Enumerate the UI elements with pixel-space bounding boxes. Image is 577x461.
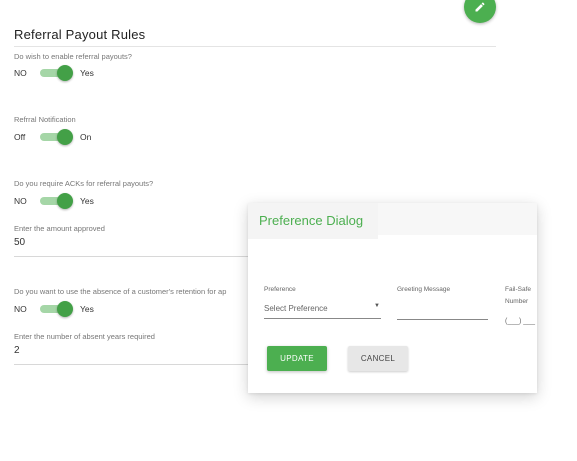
acks-toggle[interactable]: [40, 193, 74, 209]
retention-off-label: NO: [14, 304, 27, 314]
notification-row: Off On: [14, 129, 91, 145]
enable-payouts-on-label: Yes: [80, 68, 94, 78]
absent-years-label: Enter the number of absent years require…: [14, 332, 155, 341]
amount-label: Enter the amount approved: [14, 224, 105, 233]
absent-years-input[interactable]: 2: [14, 345, 20, 356]
greeting-message-label: Greeting Message: [397, 286, 451, 293]
pencil-icon: [475, 2, 485, 12]
absent-years-underline: [14, 364, 250, 365]
acks-row: NO Yes: [14, 193, 94, 209]
acks-off-label: NO: [14, 196, 27, 206]
dialog-title: Preference Dialog: [259, 213, 364, 228]
enable-payouts-off-label: NO: [14, 68, 27, 78]
amount-underline: [14, 256, 250, 257]
preference-label: Preference: [264, 286, 296, 293]
failsafe-number-input[interactable]: (___) ___: [505, 318, 535, 325]
failsafe-label-line2: Number: [505, 298, 529, 305]
retention-toggle[interactable]: [40, 301, 74, 317]
notification-off-label: Off: [14, 132, 26, 142]
retention-question: Do you want to use the absence of a cust…: [14, 287, 227, 296]
preference-select[interactable]: Select Preference: [264, 304, 328, 313]
failsafe-label-line1: Fail-Safe: [505, 286, 532, 293]
retention-row: NO Yes: [14, 301, 94, 317]
edit-fab-button[interactable]: [464, 0, 496, 23]
retention-on-label: Yes: [80, 304, 94, 314]
notification-toggle[interactable]: [40, 129, 74, 145]
enable-payouts-toggle[interactable]: [40, 65, 74, 81]
title-divider: [14, 46, 496, 47]
cancel-button[interactable]: CANCEL: [348, 346, 408, 371]
notification-question: Refrral Notification: [14, 115, 76, 124]
update-button[interactable]: UPDATE: [267, 346, 327, 371]
enable-payouts-question: Do wish to enable referral payouts?: [14, 52, 132, 61]
page-title: Referral Payout Rules: [14, 27, 146, 42]
acks-question: Do you require ACKs for referral payouts…: [14, 179, 154, 188]
greeting-message-underline: [397, 319, 488, 320]
notification-on-label: On: [80, 132, 92, 142]
acks-on-label: Yes: [80, 196, 94, 206]
amount-input[interactable]: 50: [14, 237, 25, 248]
enable-payouts-row: NO Yes: [14, 65, 94, 81]
chevron-down-icon[interactable]: ▼: [374, 303, 380, 309]
preference-dialog: Preference Dialog Preference Select Pref…: [248, 203, 537, 393]
preference-underline: [264, 318, 381, 319]
